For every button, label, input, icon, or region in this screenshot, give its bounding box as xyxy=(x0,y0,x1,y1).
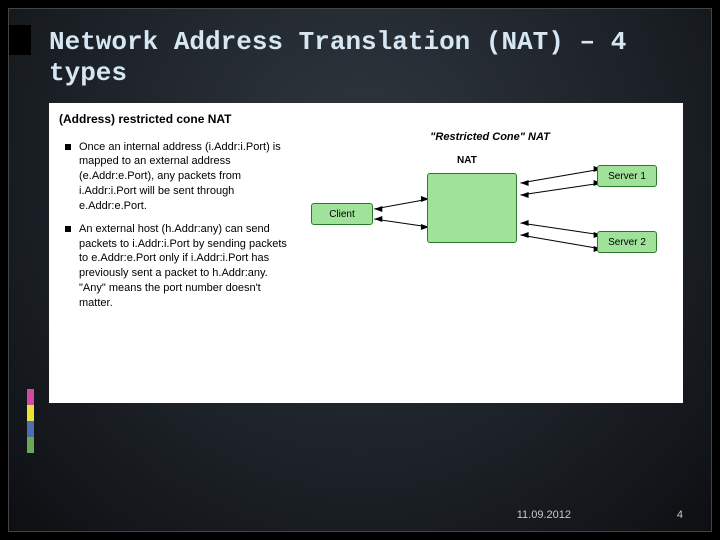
diagram-area: "Restricted Cone" NAT xyxy=(297,103,683,403)
decorative-color-strip xyxy=(27,389,34,453)
strip-swatch xyxy=(27,405,34,421)
footer-page-number: 4 xyxy=(677,509,683,521)
node-server1: Server 1 xyxy=(597,165,657,187)
bullet-item: An external host (h.Addr:any) can send p… xyxy=(65,222,287,311)
text-column: (Address) restricted cone NAT Once an in… xyxy=(49,103,297,403)
strip-swatch xyxy=(27,421,34,437)
title-accent-bar xyxy=(9,25,31,55)
nat-label: NAT xyxy=(457,155,477,166)
content-panel: (Address) restricted cone NAT Once an in… xyxy=(49,103,683,403)
strip-swatch xyxy=(27,389,34,405)
bullet-item: Once an internal address (i.Addr:i.Port)… xyxy=(65,140,287,214)
footer-date: 11.09.2012 xyxy=(517,509,571,521)
bullet-list: Once an internal address (i.Addr:i.Port)… xyxy=(59,140,287,311)
strip-swatch xyxy=(27,437,34,453)
slide: Network Address Translation (NAT) – 4 ty… xyxy=(8,8,712,532)
node-client: Client xyxy=(311,203,373,225)
section-heading: (Address) restricted cone NAT xyxy=(59,111,287,127)
node-server2: Server 2 xyxy=(597,231,657,253)
diagram-arrows xyxy=(297,103,683,403)
slide-title: Network Address Translation (NAT) – 4 ty… xyxy=(49,27,683,89)
node-nat xyxy=(427,173,517,243)
